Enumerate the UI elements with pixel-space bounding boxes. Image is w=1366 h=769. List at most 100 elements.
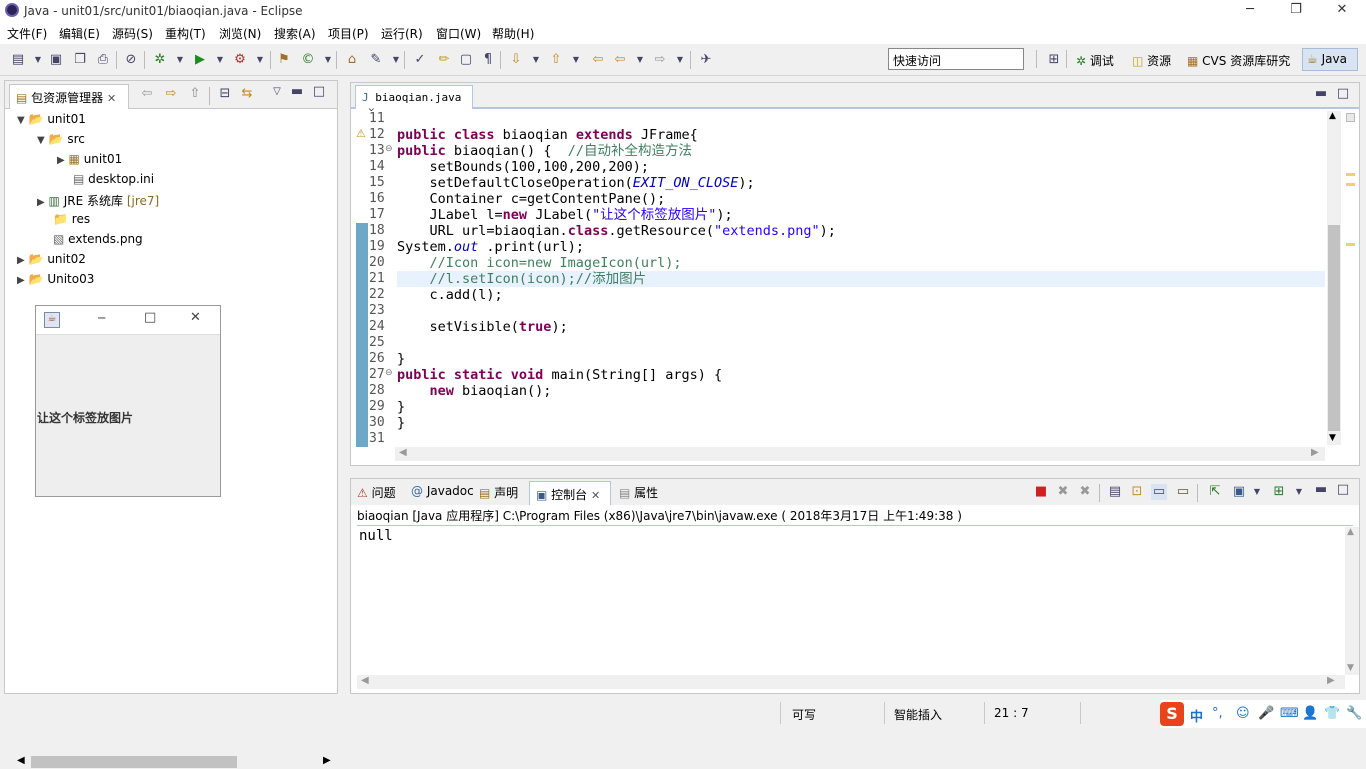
close-tab-icon[interactable]: ✕ <box>591 489 600 502</box>
show-on-stderr-icon[interactable]: ▭ <box>1175 484 1191 500</box>
code-line[interactable]: JLabel l=new JLabel("让这个标签放图片"); <box>397 207 1327 223</box>
tab-declaration[interactable]: ▤ 声明 <box>479 484 518 501</box>
run-icon[interactable]: ▶ <box>192 52 208 68</box>
tree-item-extends-png[interactable]: ▧ extends.png <box>53 232 143 246</box>
search-dropdown-icon[interactable]: ▼ <box>388 52 404 68</box>
code-line[interactable]: public biaoqian() { //自动补全构造方法 <box>397 143 1327 159</box>
debug-dropdown-icon[interactable]: ▼ <box>172 52 188 68</box>
previous-annotation-icon[interactable]: ⇧ <box>548 52 564 68</box>
quick-access-input[interactable]: 快速访问 <box>888 48 1024 70</box>
new-class-icon[interactable]: © <box>300 52 316 68</box>
code-line[interactable]: //l.setIcon(icon);//添加图片 <box>397 271 1327 287</box>
scroll-thumb[interactable] <box>31 756 237 768</box>
clear-console-icon[interactable]: ▤ <box>1107 484 1123 500</box>
scroll-up-icon[interactable]: ▲ <box>1329 111 1336 121</box>
tree-item-src[interactable]: ▼ 📂 src <box>37 132 85 146</box>
scroll-left-icon[interactable]: ◀ <box>17 755 25 766</box>
back-icon[interactable]: ⇦ <box>612 52 628 68</box>
minimize-icon[interactable]: ─ <box>1236 2 1264 20</box>
tree-item-unit01[interactable]: ▼ 📂 unit01 <box>17 112 86 126</box>
show-whitespace-icon[interactable]: ¶ <box>480 52 496 68</box>
tools-icon[interactable]: 🔧 <box>1346 706 1362 721</box>
code-line[interactable]: setDefaultCloseOperation(EXIT_ON_CLOSE); <box>397 175 1327 191</box>
warning-marker[interactable] <box>1346 183 1355 186</box>
console-horizontal-scrollbar[interactable]: ◀ ▶ <box>357 675 1345 689</box>
menu-file[interactable]: 文件(F) <box>7 25 47 42</box>
tree-item-package-unit01[interactable]: ▶ ▦ unit01 <box>57 152 122 166</box>
new-icon[interactable]: ▤ <box>10 52 26 68</box>
maximize-editor-icon[interactable]: □ <box>1335 86 1351 102</box>
menu-edit[interactable]: 编辑(E) <box>59 25 100 42</box>
perspective-java[interactable]: ☕ Java <box>1302 48 1358 71</box>
minimize-view-icon[interactable]: ▬ <box>289 84 305 100</box>
scroll-right-icon[interactable]: ▶ <box>323 755 331 766</box>
overview-summary-icon[interactable] <box>1346 113 1355 122</box>
sogou-logo-icon[interactable]: S <box>1160 702 1184 726</box>
back-dropdown-icon[interactable]: ▼ <box>632 52 648 68</box>
external-tools-icon[interactable]: ⚙ <box>232 52 248 68</box>
pin-console-icon[interactable]: ⇱ <box>1207 484 1223 500</box>
restore-icon[interactable]: ❐ <box>1282 2 1310 20</box>
perspective-resource[interactable]: ◫ 资源 <box>1132 52 1171 69</box>
skin-icon[interactable]: 👕 <box>1324 706 1340 721</box>
code-line[interactable]: URL url=biaoqian.class.getResource("exte… <box>397 223 1327 239</box>
pin-editor-icon[interactable]: ✈ <box>698 52 714 68</box>
collapsed-arrow-icon[interactable]: ▶ <box>17 255 25 266</box>
status-insert-mode[interactable]: 智能插入 <box>894 706 942 723</box>
perspective-cvs[interactable]: ▦ CVS 资源库研究 <box>1187 52 1290 69</box>
expanded-arrow-icon[interactable]: ▼ <box>37 135 45 146</box>
collapsed-arrow-icon[interactable]: ▶ <box>57 155 65 166</box>
tab-package-explorer[interactable]: ▤ 包资源管理器 ✕ <box>9 84 129 109</box>
swing-close-icon[interactable]: ✕ <box>190 310 201 325</box>
voice-input-icon[interactable]: 🎤 <box>1258 706 1274 721</box>
code-line[interactable] <box>397 303 1327 319</box>
warning-marker[interactable] <box>1346 173 1355 176</box>
scroll-lock-icon[interactable]: ⊡ <box>1129 484 1145 500</box>
new-java-project-icon[interactable]: ⚑ <box>276 52 292 68</box>
expanded-arrow-icon[interactable]: ▼ <box>17 115 25 126</box>
debug-icon[interactable]: ✲ <box>152 52 168 68</box>
search-icon[interactable]: ✎ <box>368 52 384 68</box>
warning-marker[interactable] <box>1346 243 1355 246</box>
swing-title-bar[interactable]: ☕ ─ □ ✕ <box>36 306 220 335</box>
open-type-icon[interactable]: ⌂ <box>344 52 360 68</box>
user-icon[interactable]: 👤 <box>1302 706 1318 721</box>
scroll-left-icon[interactable]: ◀ <box>361 675 369 686</box>
run-dropdown-icon[interactable]: ▼ <box>212 52 228 68</box>
open-console-dropdown-icon[interactable]: ▼ <box>1291 484 1307 500</box>
punctuation-icon[interactable]: °, <box>1212 706 1223 721</box>
menu-refactor[interactable]: 重构(T) <box>165 25 206 42</box>
scroll-right-icon[interactable]: ▶ <box>1311 447 1319 458</box>
code-line[interactable]: } <box>397 351 1327 367</box>
console-vertical-scrollbar[interactable]: ▲ ▼ <box>1345 527 1359 675</box>
tab-problems[interactable]: ⚠ 问题 <box>357 484 396 501</box>
next-annotation-icon[interactable]: ⇩ <box>508 52 524 68</box>
code-line[interactable]: public static void main(String[] args) { <box>397 367 1327 383</box>
ime-mode[interactable]: 中 <box>1190 706 1203 725</box>
new-class-dropdown-icon[interactable]: ▼ <box>320 52 336 68</box>
maximize-console-icon[interactable]: □ <box>1335 482 1351 498</box>
block-selection-icon[interactable]: ▢ <box>458 52 474 68</box>
swing-app-window[interactable]: ☕ ─ □ ✕ 让这个标签放图片 <box>35 305 221 497</box>
terminate-icon[interactable]: ■ <box>1033 484 1049 500</box>
emoji-icon[interactable]: ☺ <box>1236 706 1250 721</box>
menu-search[interactable]: 搜索(A) <box>274 25 316 42</box>
tab-properties[interactable]: ▤ 属性 <box>619 484 658 501</box>
save-all-icon[interactable]: ❐ <box>72 52 88 68</box>
perspective-debug[interactable]: ✲ 调试 <box>1076 52 1114 69</box>
close-icon[interactable]: ✕ <box>1328 2 1356 20</box>
next-annotation-dropdown-icon[interactable]: ▼ <box>528 52 544 68</box>
horizontal-scrollbar[interactable]: ◀ ▶ <box>17 755 337 769</box>
save-icon[interactable]: ▣ <box>48 52 64 68</box>
maximize-view-icon[interactable]: □ <box>311 84 327 100</box>
menu-navigate[interactable]: 浏览(N) <box>219 25 261 42</box>
forward-nav-icon[interactable]: ⇨ <box>163 86 179 102</box>
mark-occurrences-icon[interactable]: ✏ <box>436 52 452 68</box>
scroll-up-icon[interactable]: ▲ <box>1347 527 1354 537</box>
tree-item-res[interactable]: 📁 res <box>53 212 90 226</box>
minimize-editor-icon[interactable]: ▬ <box>1313 86 1329 102</box>
forward-dropdown-icon[interactable]: ▼ <box>672 52 688 68</box>
skip-breakpoints-icon[interactable]: ⊘ <box>123 52 139 68</box>
code-line[interactable]: } <box>397 415 1327 431</box>
display-console-dropdown-icon[interactable]: ▼ <box>1249 484 1265 500</box>
